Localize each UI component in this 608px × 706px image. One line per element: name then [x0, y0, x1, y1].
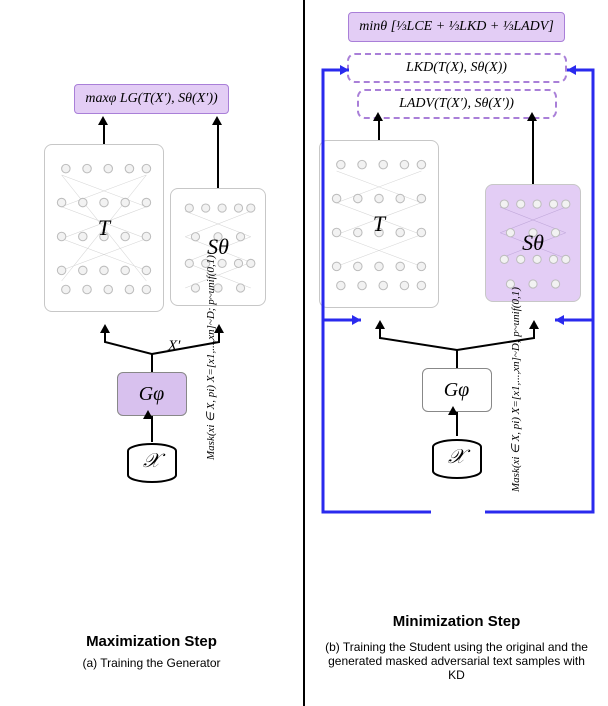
teacher-network: T [44, 144, 164, 312]
right-networks: T Sθ [305, 124, 608, 324]
x-prime-label: X′ [168, 338, 180, 355]
fork-arrows [2, 324, 302, 374]
data-symbol: 𝒳 [448, 446, 465, 469]
right-title: Minimization Step [305, 613, 608, 630]
student-network: Sθ [170, 188, 266, 306]
generator-label: Gφ [139, 383, 165, 406]
left-caption: (a) Training the Generator [0, 656, 303, 670]
left-networks: T [0, 128, 303, 328]
data-source: 𝒳 [126, 443, 178, 483]
student-label: Sθ [522, 230, 544, 256]
generator-label: Gφ [444, 379, 470, 402]
fork-arrows-right [307, 320, 607, 370]
data-source: 𝒳 [431, 439, 483, 479]
right-min-formula: minθ [⅓LCE + ⅓LKD + ⅓LADV] [348, 12, 565, 42]
teacher-label: T [373, 211, 385, 237]
formula-text: maxφ LG(T(X′), Sθ(X′)) [85, 91, 217, 106]
mask-annotation: Mask(xi ∈ X, pi) X=[x1,...,xn]~D; p~unif… [509, 287, 522, 492]
right-kd-formula: LKD(T(X), Sθ(X)) [347, 53, 567, 83]
teacher-label: T [98, 215, 110, 241]
formula-text: LADV(T(X′), Sθ(X′)) [399, 96, 514, 111]
right-panel: minθ [⅓LCE + ⅓LKD + ⅓LADV] LKD(T(X), Sθ(… [303, 0, 608, 706]
mask-annotation: Mask(xi ∈ X, pi) X=[x1,...,xn]~D; p~unif… [204, 255, 217, 460]
left-title: Maximization Step [0, 633, 303, 650]
formula-text: LKD(T(X), Sθ(X)) [406, 60, 507, 75]
left-panel: maxφ LG(T(X′), Sθ(X′)) [0, 0, 303, 706]
left-max-formula: maxφ LG(T(X′), Sθ(X′)) [74, 84, 228, 114]
right-caption: (b) Training the Student using the origi… [305, 640, 608, 682]
formula-text: minθ [⅓LCE + ⅓LKD + ⅓LADV] [359, 19, 554, 34]
teacher-network: T [319, 140, 439, 308]
student-network: Sθ [485, 184, 581, 302]
data-symbol: 𝒳 [143, 450, 160, 473]
